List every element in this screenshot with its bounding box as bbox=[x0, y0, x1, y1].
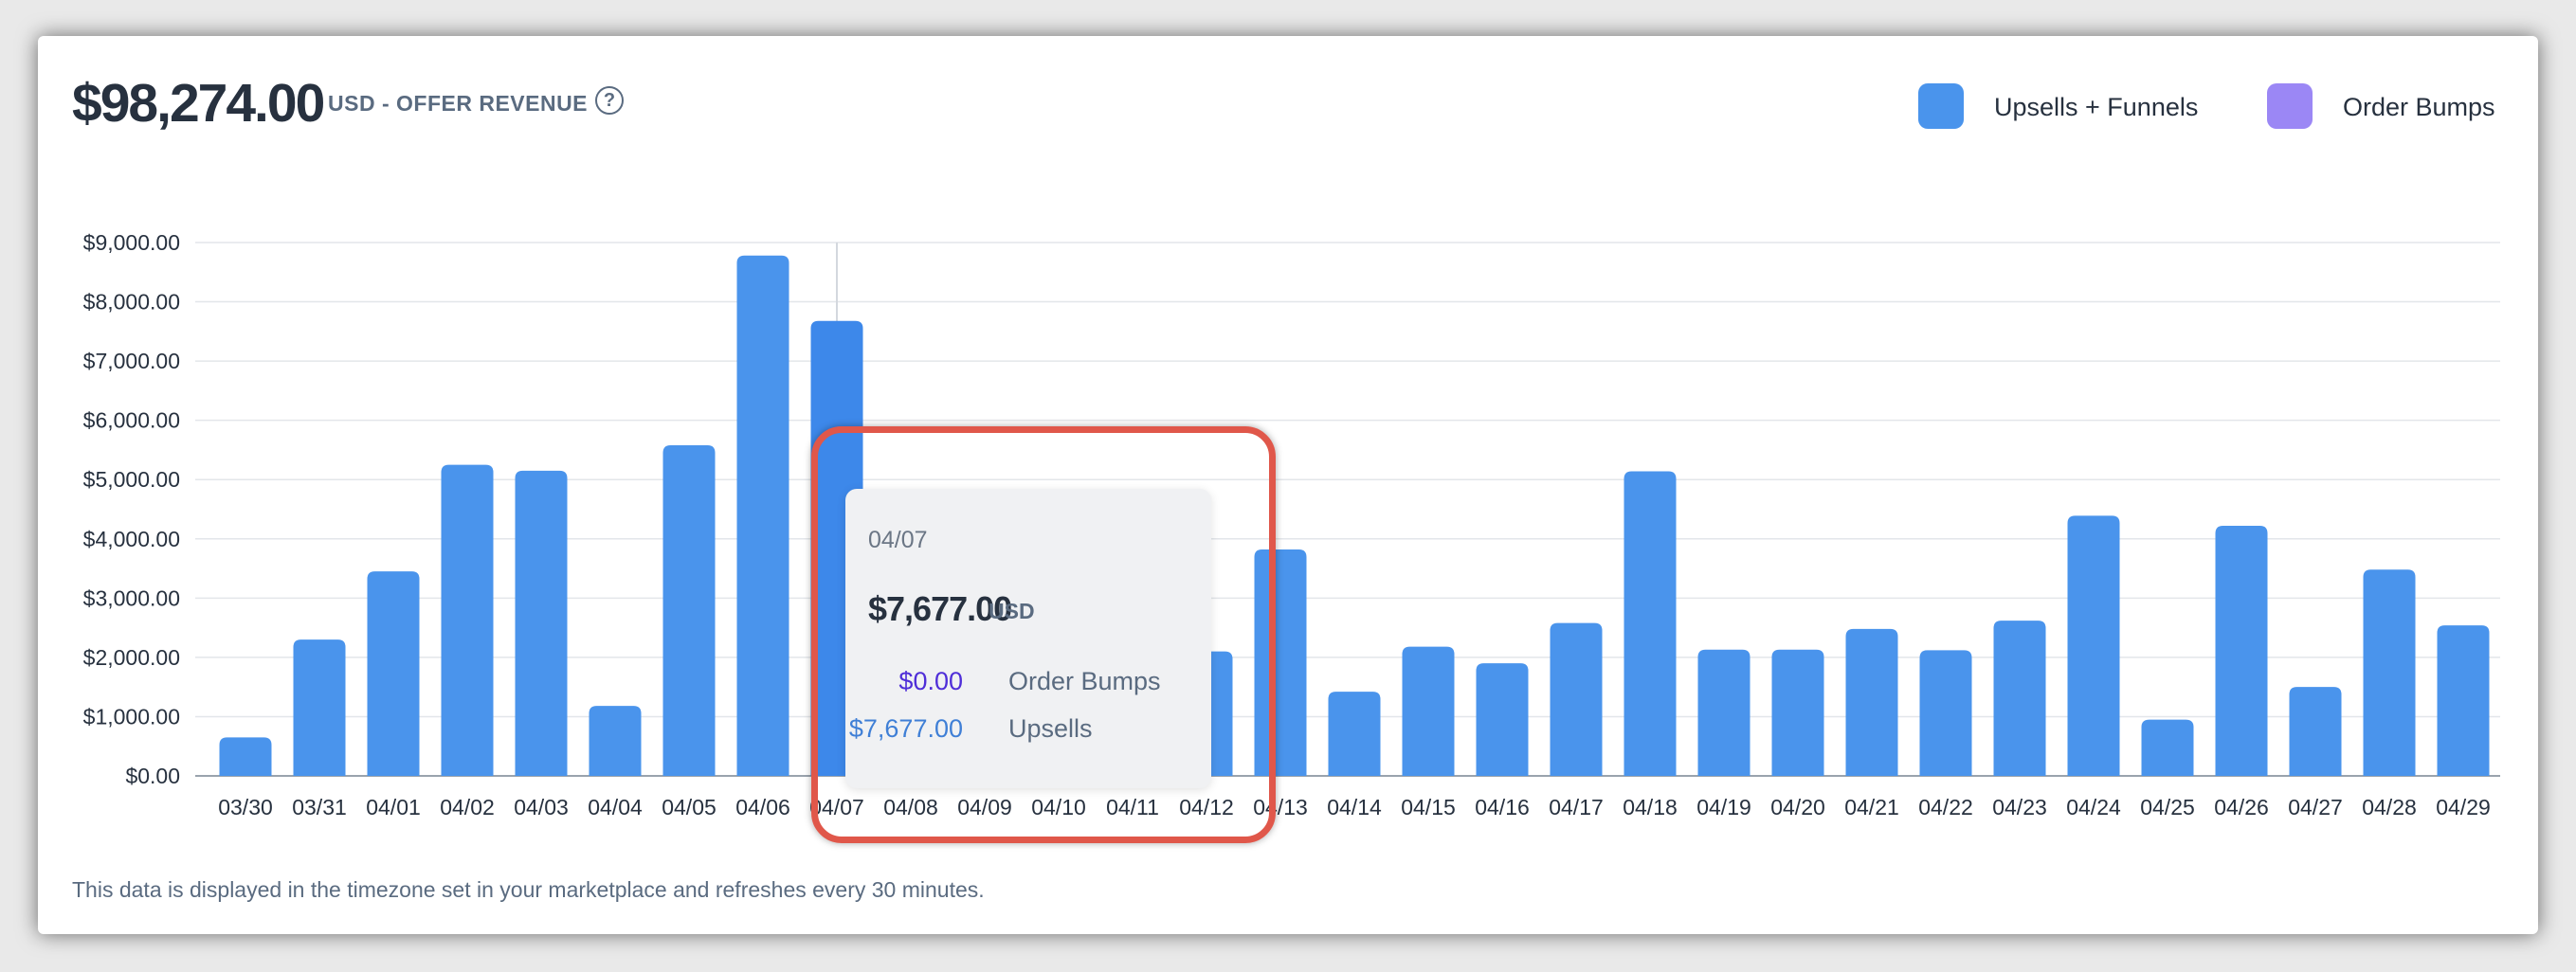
x-tick-label: 04/24 bbox=[2066, 795, 2121, 819]
bar-upsells-funnels-03-30[interactable] bbox=[219, 737, 272, 776]
y-tick-label: $4,000.00 bbox=[83, 527, 180, 551]
bar-upsells-funnels-04-05[interactable] bbox=[662, 444, 716, 776]
y-tick-label: $8,000.00 bbox=[83, 290, 180, 315]
bar-upsells-funnels-04-03[interactable] bbox=[515, 470, 568, 776]
timezone-note: This data is displayed in the timezone s… bbox=[72, 877, 985, 902]
x-tick-label: 04/18 bbox=[1623, 795, 1678, 819]
bar-upsells-funnels-04-24[interactable] bbox=[2067, 515, 2120, 776]
bar-upsells-funnels-04-02[interactable] bbox=[441, 464, 494, 776]
x-tick-label: 04/23 bbox=[1992, 795, 2047, 819]
y-tick-label: $7,000.00 bbox=[83, 349, 180, 373]
bar-upsells-funnels-04-21[interactable] bbox=[1845, 628, 1898, 776]
bar-upsells-funnels-04-20[interactable] bbox=[1771, 649, 1824, 776]
revenue-card: $98,274.00 USD - OFFER REVENUE ? Upsells… bbox=[38, 36, 2538, 934]
x-tick-label: 04/21 bbox=[1844, 795, 1899, 819]
x-tick-label: 04/26 bbox=[2214, 795, 2269, 819]
y-tick-label: $0.00 bbox=[125, 764, 180, 788]
bar-upsells-funnels-04-19[interactable] bbox=[1697, 649, 1751, 776]
bar-upsells-funnels-03-31[interactable] bbox=[293, 639, 346, 776]
bar-upsells-funnels-04-15[interactable] bbox=[1402, 646, 1455, 776]
revenue-bar-chart: $0.00 $1,000.00 $2,000.00 $3,000.00 $4,000.0… bbox=[83, 230, 2500, 819]
x-tick-label: 04/27 bbox=[2288, 795, 2343, 819]
y-tick-label: $9,000.00 bbox=[83, 230, 180, 255]
y-tick-label: $5,000.00 bbox=[83, 467, 180, 492]
y-tick-label: $2,000.00 bbox=[83, 645, 180, 670]
bar-upsells-funnels-04-18[interactable] bbox=[1624, 471, 1677, 776]
x-tick-label: 04/28 bbox=[2362, 795, 2417, 819]
x-tick-label: 04/04 bbox=[588, 795, 643, 819]
x-tick-label: 04/19 bbox=[1696, 795, 1751, 819]
bar-upsells-funnels-04-26[interactable] bbox=[2215, 526, 2268, 776]
bar-upsells-funnels-04-17[interactable] bbox=[1550, 622, 1603, 776]
bar-upsells-funnels-04-28[interactable] bbox=[2363, 569, 2416, 776]
x-tick-label: 04/05 bbox=[662, 795, 717, 819]
x-tick-label: 04/02 bbox=[440, 795, 495, 819]
x-tick-label: 04/06 bbox=[735, 795, 790, 819]
x-tick-label: 04/22 bbox=[1918, 795, 1973, 819]
bar-upsells-funnels-04-27[interactable] bbox=[2289, 687, 2342, 776]
bar-upsells-funnels-04-14[interactable] bbox=[1328, 692, 1381, 776]
x-tick-label: 04/15 bbox=[1401, 795, 1456, 819]
highlight-annotation bbox=[811, 426, 1276, 843]
x-tick-label: 03/30 bbox=[218, 795, 273, 819]
x-tick-label: 04/29 bbox=[2436, 795, 2491, 819]
bar-upsells-funnels-04-22[interactable] bbox=[1919, 650, 1972, 776]
x-tick-label: 04/20 bbox=[1770, 795, 1825, 819]
bar-upsells-funnels-04-25[interactable] bbox=[2141, 719, 2194, 776]
y-tick-label: $3,000.00 bbox=[83, 585, 180, 610]
x-tick-label: 03/31 bbox=[292, 795, 347, 819]
y-tick-label: $1,000.00 bbox=[83, 704, 180, 729]
x-tick-label: 04/14 bbox=[1327, 795, 1382, 819]
bar-upsells-funnels-04-29[interactable] bbox=[2437, 625, 2490, 776]
bar-upsells-funnels-04-01[interactable] bbox=[367, 571, 420, 776]
x-tick-label: 04/16 bbox=[1475, 795, 1530, 819]
bar-upsells-funnels-04-16[interactable] bbox=[1476, 663, 1529, 776]
bar-upsells-funnels-04-23[interactable] bbox=[1993, 621, 2046, 776]
x-tick-label: 04/25 bbox=[2140, 795, 2195, 819]
x-tick-label: 04/03 bbox=[514, 795, 569, 819]
x-tick-label: 04/01 bbox=[366, 795, 421, 819]
y-tick-label: $6,000.00 bbox=[83, 408, 180, 433]
bar-upsells-funnels-04-06[interactable] bbox=[736, 255, 789, 776]
x-tick-label: 04/17 bbox=[1549, 795, 1604, 819]
bar-upsells-funnels-04-04[interactable] bbox=[589, 706, 642, 776]
